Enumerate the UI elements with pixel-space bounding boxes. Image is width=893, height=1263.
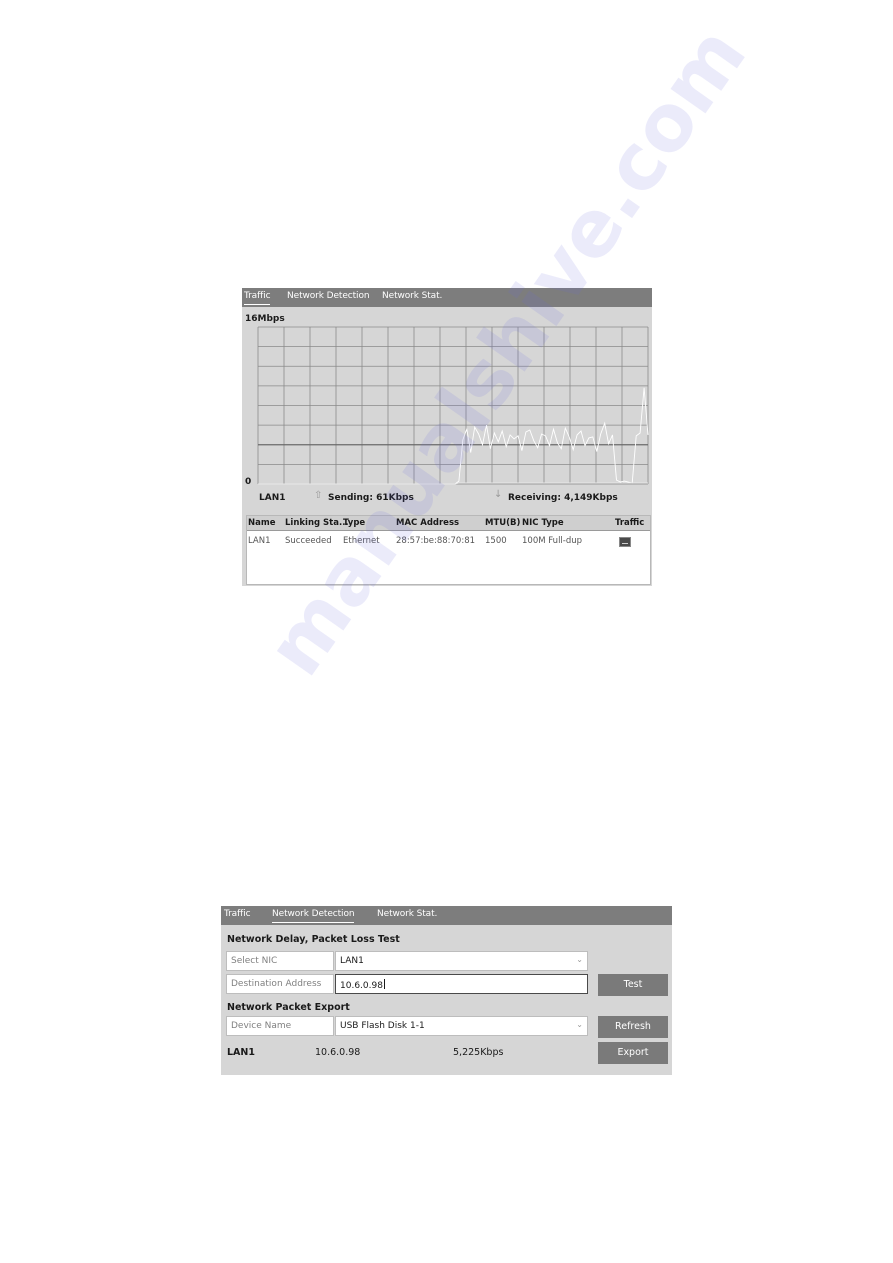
- select-nic-row: Select NIC LAN1 ⌄: [226, 951, 588, 971]
- chevron-down-icon: ⌄: [576, 955, 583, 964]
- column-header-mac-address[interactable]: MAC Address: [396, 518, 459, 528]
- cell-mtu: 1500: [485, 536, 507, 546]
- series-line-receiving: [258, 387, 649, 485]
- device-name-label: Device Name: [226, 1016, 334, 1036]
- column-header-type[interactable]: Type: [343, 518, 365, 528]
- traffic-panel: Traffic Network Detection Network Stat. …: [242, 288, 652, 586]
- chart-series: [258, 387, 649, 485]
- cell-type: Ethernet: [343, 536, 380, 546]
- export-address: 10.6.0.98: [315, 1047, 361, 1058]
- refresh-button[interactable]: Refresh: [598, 1016, 668, 1038]
- nic-table: Name Linking Sta... Type MAC Address MTU…: [246, 515, 651, 585]
- down-arrow-icon: ↓: [494, 489, 503, 500]
- traffic-graph-icon[interactable]: [619, 537, 631, 547]
- test-button[interactable]: Test: [598, 974, 668, 996]
- destination-address-row: Destination Address 10.6.0.98: [226, 974, 588, 994]
- receiving-rate: Receiving: 4,149Kbps: [508, 493, 618, 503]
- packet-export-section-title: Network Packet Export: [227, 1002, 350, 1013]
- chart-grid: [257, 326, 649, 485]
- tab-network-detection[interactable]: Network Detection: [272, 909, 355, 923]
- device-name-dropdown[interactable]: USB Flash Disk 1-1 ⌄: [335, 1016, 588, 1036]
- text-cursor: [383, 979, 385, 989]
- cell-mac-address: 28:57:be:88:70:81: [396, 536, 476, 546]
- sending-rate: Sending: 61Kbps: [328, 493, 414, 503]
- up-arrow-icon: ⇧: [314, 490, 323, 501]
- cell-nic-type: 100M Full-dup: [522, 536, 583, 546]
- cell-name: LAN1: [248, 536, 271, 546]
- table-header: Name Linking Sta... Type MAC Address MTU…: [247, 516, 650, 531]
- delay-test-section-title: Network Delay, Packet Loss Test: [227, 934, 400, 945]
- device-name-value: USB Flash Disk 1-1: [340, 1021, 425, 1031]
- traffic-chart: [257, 326, 649, 485]
- export-rate: 5,225Kbps: [453, 1047, 504, 1058]
- legend-nic-name: LAN1: [259, 493, 286, 503]
- destination-address-input[interactable]: 10.6.0.98: [335, 974, 588, 994]
- column-header-mtu[interactable]: MTU(B): [485, 518, 520, 528]
- export-button[interactable]: Export: [598, 1042, 668, 1064]
- chevron-down-icon: ⌄: [576, 1020, 583, 1029]
- destination-address-value: 10.6.0.98: [340, 981, 383, 991]
- network-detection-panel: Traffic Network Detection Network Stat. …: [221, 906, 672, 1075]
- export-nic-name: LAN1: [227, 1047, 255, 1058]
- cell-linking-status: Succeeded: [285, 536, 332, 546]
- select-nic-value: LAN1: [340, 956, 364, 966]
- tab-bar: Traffic Network Detection Network Stat.: [221, 906, 672, 925]
- column-header-name[interactable]: Name: [248, 518, 275, 528]
- destination-address-label: Destination Address: [226, 974, 334, 994]
- column-header-linking-status[interactable]: Linking Sta...: [285, 518, 349, 528]
- tab-traffic[interactable]: Traffic: [224, 909, 251, 919]
- select-nic-label: Select NIC: [226, 951, 334, 971]
- tab-network-stat[interactable]: Network Stat.: [377, 909, 437, 919]
- column-header-traffic[interactable]: Traffic: [615, 518, 644, 528]
- column-header-nic-type[interactable]: NIC Type: [522, 518, 564, 528]
- select-nic-dropdown[interactable]: LAN1 ⌄: [335, 951, 588, 971]
- device-name-row: Device Name USB Flash Disk 1-1 ⌄: [226, 1016, 588, 1036]
